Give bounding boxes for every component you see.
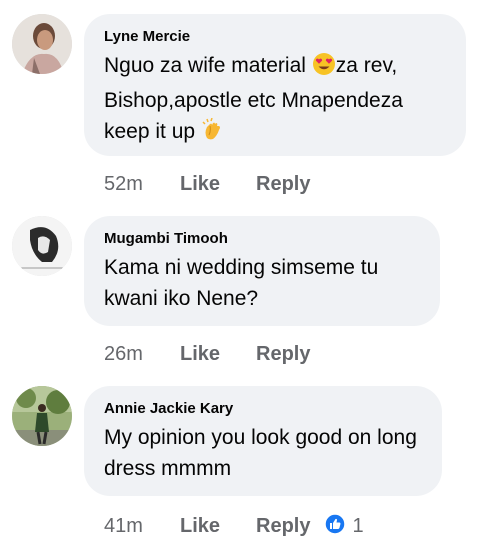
comment-bubble: Lyne Mercie Nguo za wife material za rev… — [84, 14, 466, 156]
comment-bubble: Annie Jackie Kary My opinion you look go… — [84, 386, 442, 496]
like-button[interactable]: Like — [180, 172, 256, 196]
comment-time[interactable]: 26m — [104, 342, 180, 366]
comment-time[interactable]: 52m — [104, 172, 180, 196]
avatar[interactable] — [12, 14, 72, 74]
heart-eyes-emoji — [312, 52, 336, 85]
comment-author[interactable]: Annie Jackie Kary — [104, 400, 422, 418]
comment-text: My opinion you look good on long dress m… — [104, 426, 417, 480]
comment-actions: 52m Like Reply — [104, 172, 310, 196]
profile-photo — [12, 216, 72, 276]
like-button[interactable]: Like — [180, 342, 256, 366]
comment-text: Kama ni wedding simseme tu kwani iko Nen… — [104, 256, 379, 310]
like-button[interactable]: Like — [180, 514, 256, 538]
comment-author[interactable]: Mugambi Timooh — [104, 230, 420, 248]
reply-button[interactable]: Reply — [256, 342, 310, 366]
profile-photo — [12, 14, 72, 74]
reaction-count[interactable]: 1 — [352, 514, 363, 538]
comment-bubble: Mugambi Timooh Kama ni wedding simseme t… — [84, 216, 440, 326]
comment-time[interactable]: 41m — [104, 514, 180, 538]
comment-text-part: Nguo za wife material — [104, 54, 312, 77]
comment-text: Nguo za wife material za rev, Bishop,apo… — [104, 50, 446, 151]
comment-actions: 41m Like Reply 1 — [104, 513, 364, 541]
comment-actions: 26m Like Reply — [104, 342, 310, 366]
avatar[interactable] — [12, 386, 72, 446]
profile-photo — [12, 386, 72, 446]
comment-author[interactable]: Lyne Mercie — [104, 28, 446, 46]
like-reaction-icon[interactable] — [324, 513, 347, 541]
reply-button[interactable]: Reply — [256, 172, 310, 196]
clapping-hands-emoji — [201, 117, 225, 151]
reply-button[interactable]: Reply — [256, 514, 310, 538]
avatar[interactable] — [12, 216, 72, 276]
